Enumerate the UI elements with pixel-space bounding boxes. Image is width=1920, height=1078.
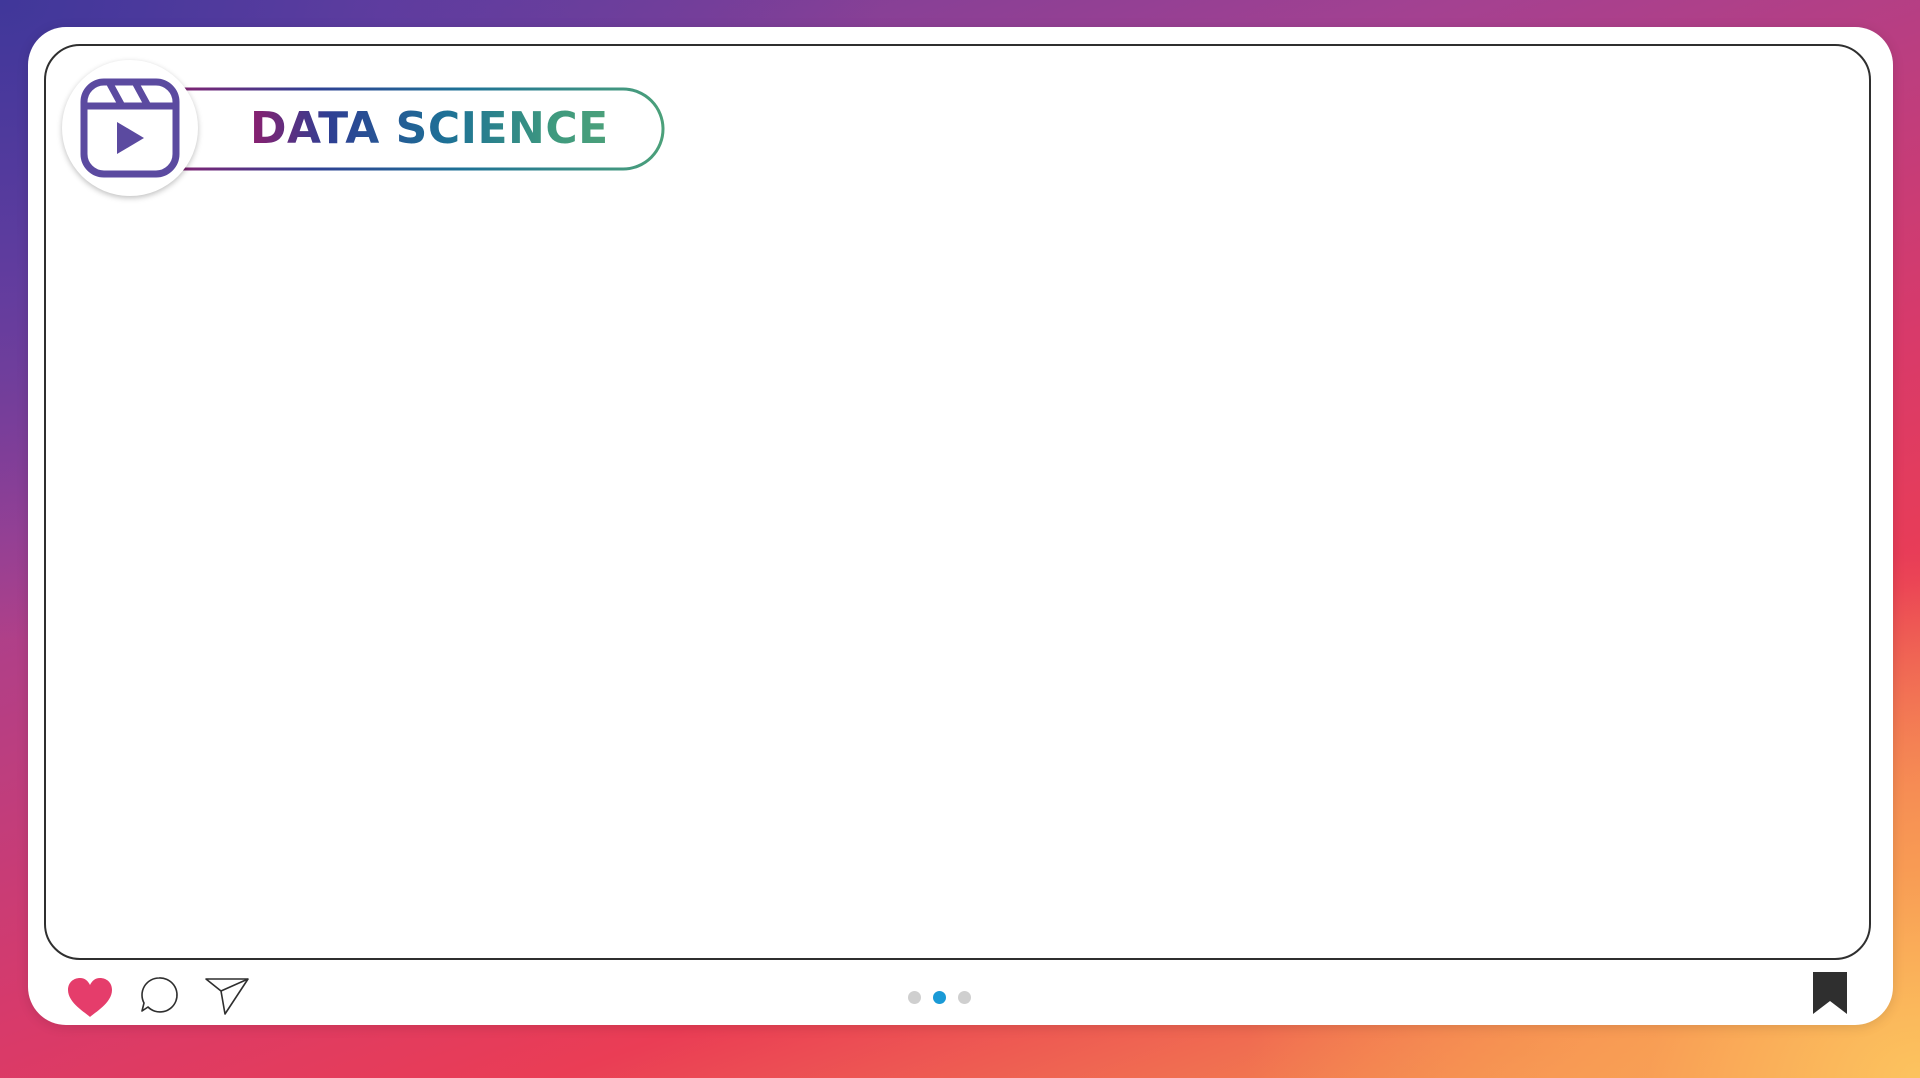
heart-icon bbox=[68, 978, 112, 1017]
save-button[interactable] bbox=[1812, 971, 1848, 1015]
send-icon bbox=[205, 978, 249, 1015]
media-frame bbox=[44, 44, 1871, 960]
carousel-dot[interactable] bbox=[908, 990, 921, 1004]
bookmark-icon bbox=[1813, 972, 1847, 1014]
share-button[interactable] bbox=[204, 975, 250, 1017]
action-bar bbox=[28, 967, 1893, 1025]
page-title: DATA SCIENCE bbox=[250, 87, 609, 171]
carousel-dot[interactable] bbox=[958, 990, 971, 1004]
carousel-dot-active[interactable] bbox=[933, 990, 946, 1004]
reel-icon bbox=[80, 78, 180, 178]
title-pill: DATA SCIENCE bbox=[160, 87, 665, 171]
like-button[interactable] bbox=[66, 977, 114, 1019]
carousel-indicator bbox=[908, 989, 971, 1005]
comment-icon bbox=[141, 977, 178, 1013]
comment-button[interactable] bbox=[139, 975, 179, 1015]
post-card: DATA SCIENCE bbox=[28, 27, 1893, 1025]
reel-badge bbox=[62, 60, 198, 196]
